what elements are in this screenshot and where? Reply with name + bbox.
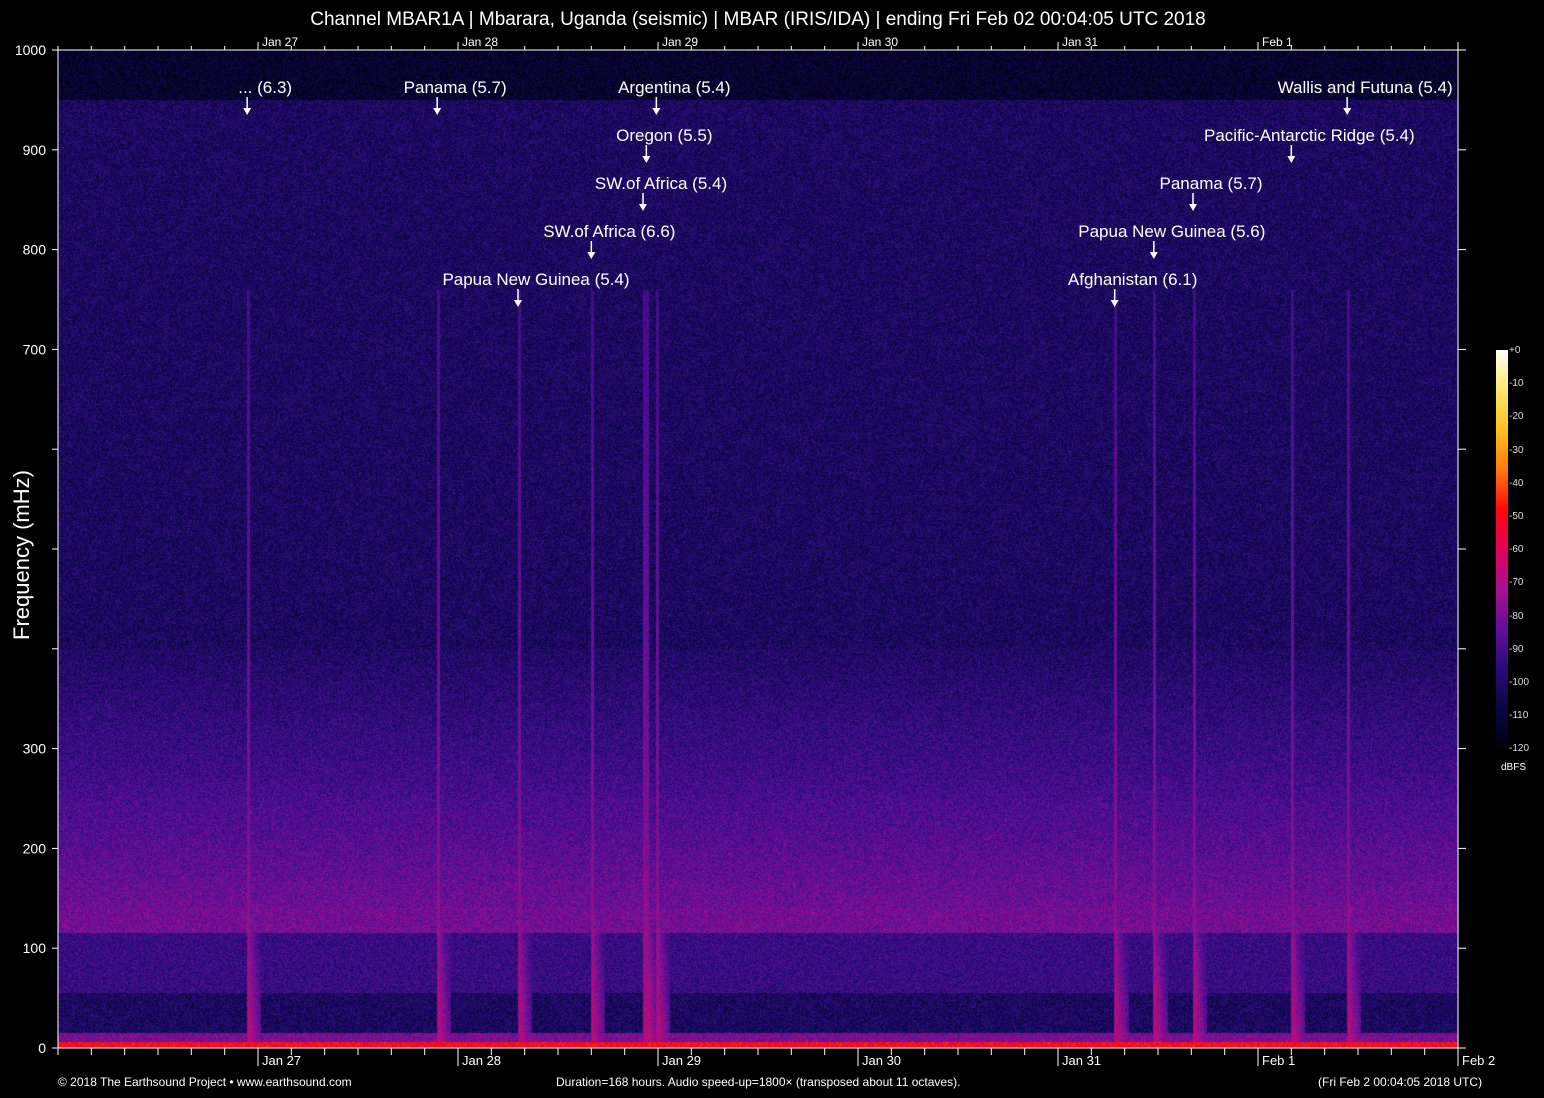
x-tick-label-top: Jan 27 [262,35,298,49]
event-arrow-icon [587,252,595,259]
x-tick-label: Jan 31 [1062,1053,1101,1068]
colorbar-tick-label: -70 [1509,577,1523,588]
event-arrow-icon [1343,108,1351,115]
y-tick-label: 200 [23,840,47,856]
event-arrow-icon [243,108,251,115]
colorbar-tick-label: -20 [1509,411,1523,422]
colorbar-tick-label: +0 [1509,345,1520,356]
x-tick-label-top: Jan 31 [1062,35,1098,49]
footer-end-time: (Fri Feb 2 00:04:05 2018 UTC) [1318,1075,1482,1089]
footer-copyright: © 2018 The Earthsound Project • www.eart… [58,1075,352,1089]
colorbar-tick-label: -30 [1509,445,1523,456]
footer-info: Duration=168 hours. Audio speed-up=1800×… [556,1075,960,1089]
x-tick-label: Jan 28 [462,1053,501,1068]
y-tick-label: 700 [23,341,47,357]
colorbar-tick-label: -120 [1509,743,1529,754]
event-label: Papua New Guinea (5.6) [1078,222,1265,241]
event-arrow-icon [652,108,660,115]
colorbar-tick-label: -50 [1509,511,1523,522]
event-arrow-icon [1111,300,1119,307]
event-label: Papua New Guinea (5.4) [442,270,629,289]
x-tick-label-top: Jan 29 [662,35,698,49]
event-arrow-icon [514,300,522,307]
event-arrow-icon [642,156,650,163]
colorbar-unit-label: dBFS [1501,762,1526,773]
x-tick-label: Jan 27 [262,1053,301,1068]
event-label: Oregon (5.5) [616,126,712,145]
event-arrow-icon [1150,252,1158,259]
y-tick-label: 800 [23,242,47,258]
y-tick-label: 900 [23,142,47,158]
colorbar-tick-label: -110 [1509,710,1528,721]
event-arrow-icon [1287,156,1295,163]
colorbar-tick-label: -80 [1509,611,1523,622]
event-label: Argentina (5.4) [618,78,730,97]
colorbar-tick-label: -60 [1509,544,1523,555]
x-tick-label-top: Feb 1 [1262,35,1293,49]
colorbar-tick-label: -10 [1509,378,1523,389]
y-tick-label: 1000 [15,42,46,58]
event-arrow-icon [1189,204,1197,211]
event-label: Panama (5.7) [1160,174,1263,193]
colorbar-tick-label: -100 [1509,677,1529,688]
event-label: SW.of Africa (6.6) [543,222,675,241]
x-tick-label: Jan 29 [662,1053,701,1068]
x-tick-label: Jan 30 [862,1053,901,1068]
event-label: Pacific-Antarctic Ridge (5.4) [1204,126,1415,145]
x-tick-label: Feb 1 [1262,1053,1295,1068]
x-tick-label-top: Jan 30 [862,35,898,49]
x-tick-label: Feb 2 [1462,1053,1495,1068]
event-label: SW.of Africa (5.4) [595,174,727,193]
y-tick-label: 0 [38,1040,46,1056]
event-label: ... (6.3) [238,78,292,97]
colorbar-tick-label: -40 [1509,478,1523,489]
event-arrow-icon [433,108,441,115]
event-arrow-icon [639,204,647,211]
colorbar [1496,350,1508,748]
event-label: Afghanistan (6.1) [1068,270,1197,289]
colorbar-tick-label: -90 [1509,644,1523,655]
chart-axes: 0 100 200 300 700 800 900 1000 Jan 27 Jan 27 Jan 2… [0,0,1544,1098]
y-tick-label: 300 [23,741,47,757]
y-axis-label: Frequency (mHz) [9,470,35,640]
x-tick-label-top: Jan 28 [462,35,498,49]
event-label: Wallis and Futuna (5.4) [1278,78,1453,97]
event-label: Panama (5.7) [404,78,507,97]
y-tick-label: 100 [23,940,47,956]
